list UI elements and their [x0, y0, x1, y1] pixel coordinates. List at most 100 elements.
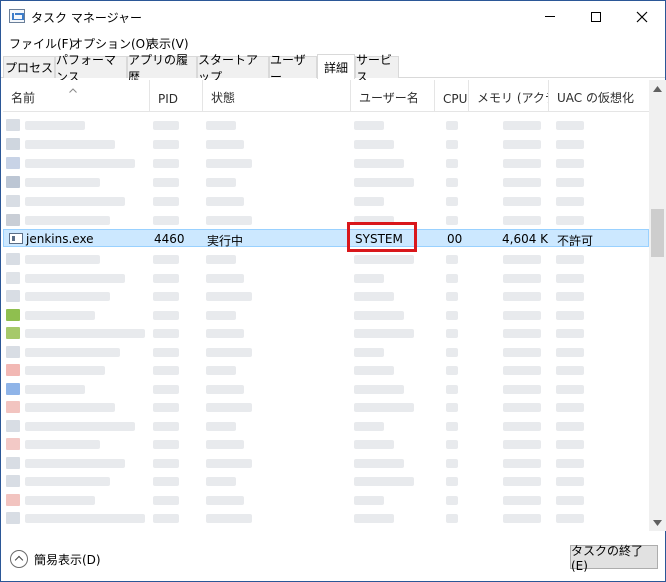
- table-row[interactable]: [3, 269, 649, 288]
- tab-processes[interactable]: プロセス: [3, 56, 55, 78]
- redacted-cell: [354, 140, 394, 149]
- process-icon: [6, 327, 20, 339]
- table-row[interactable]: [3, 116, 649, 135]
- tab-app-history[interactable]: アプリの履歴: [127, 53, 197, 84]
- table-row[interactable]: [3, 417, 649, 436]
- maximize-button[interactable]: [573, 1, 619, 32]
- collapse-icon[interactable]: [10, 550, 28, 568]
- table-row[interactable]: [3, 135, 649, 154]
- redacted-cell: [446, 514, 458, 523]
- redacted-cell: [354, 159, 404, 168]
- column-memory[interactable]: メモリ (アクテ...: [469, 80, 549, 112]
- table-row[interactable]: [3, 343, 649, 362]
- cell-status: 実行中: [207, 234, 244, 248]
- redacted-cell: [354, 458, 404, 468]
- redacted-cell: [354, 197, 384, 206]
- redacted-cell: [354, 384, 404, 394]
- column-user[interactable]: ユーザー名: [351, 80, 435, 112]
- redacted-cell: [503, 255, 541, 264]
- redacted-cell: [25, 366, 105, 375]
- redacted-cell: [354, 440, 394, 449]
- tab-users[interactable]: ユーザー: [269, 53, 317, 84]
- table-row[interactable]: [3, 454, 649, 473]
- minimize-icon: [545, 16, 555, 17]
- redacted-cell: [556, 178, 584, 187]
- redacted-cell: [446, 140, 458, 149]
- redacted-cell: [25, 292, 110, 301]
- menu-options[interactable]: オプション(O): [71, 35, 150, 52]
- redacted-cell: [556, 421, 584, 431]
- column-cpu[interactable]: CPU: [435, 80, 469, 112]
- scroll-thumb[interactable]: [651, 209, 664, 257]
- fewer-details-link[interactable]: 簡易表示(D): [34, 551, 101, 568]
- redacted-cell: [206, 273, 244, 283]
- table-row[interactable]: [3, 324, 649, 343]
- tab-details[interactable]: 詳細: [317, 54, 355, 79]
- scroll-down-button[interactable]: [649, 514, 666, 531]
- redacted-cell: [206, 458, 252, 468]
- redacted-cell: [354, 347, 384, 357]
- cell-memory: 4,604 K: [502, 232, 549, 246]
- table-row[interactable]: [3, 192, 649, 211]
- table-row[interactable]: [3, 361, 649, 380]
- redacted-cell: [206, 366, 236, 375]
- table-row[interactable]: [3, 491, 649, 510]
- column-status[interactable]: 状態: [203, 80, 351, 112]
- column-uac[interactable]: UAC の仮想化: [549, 80, 649, 112]
- redacted-cell: [556, 477, 584, 486]
- table-row[interactable]: [3, 472, 649, 491]
- table-row[interactable]: [3, 435, 649, 454]
- tab-startup[interactable]: スタートアップ: [197, 53, 269, 84]
- menu-view[interactable]: 表示(V): [147, 35, 189, 52]
- redacted-cell: [206, 121, 236, 130]
- table-row[interactable]: [3, 509, 649, 528]
- highlight-box: [347, 222, 417, 252]
- redacted-cell: [446, 121, 458, 130]
- redacted-cell: [503, 121, 541, 130]
- redacted-cell: [503, 159, 541, 168]
- redacted-cell: [25, 197, 125, 206]
- redacted-cell: [206, 292, 252, 301]
- redacted-cell: [354, 273, 384, 283]
- table-row[interactable]: [3, 173, 649, 192]
- vertical-scrollbar[interactable]: [649, 80, 666, 531]
- redacted-cell: [556, 440, 584, 449]
- redacted-cell: [446, 159, 458, 168]
- end-task-button[interactable]: タスクの終了(E): [570, 544, 658, 573]
- column-pid[interactable]: PID: [150, 80, 203, 112]
- chevron-up-icon: [653, 85, 662, 92]
- scroll-up-button[interactable]: [649, 80, 666, 97]
- redacted-cell: [153, 458, 179, 468]
- process-icon: [6, 308, 20, 321]
- redacted-cell: [446, 440, 458, 449]
- redacted-cell: [503, 197, 541, 206]
- redacted-cell: [556, 347, 584, 357]
- table-row[interactable]: [3, 211, 649, 230]
- redacted-cell: [153, 329, 179, 338]
- close-button[interactable]: [619, 1, 665, 32]
- table-row[interactable]: [3, 398, 649, 417]
- redacted-cell: [153, 178, 179, 187]
- table-row[interactable]: [3, 306, 649, 325]
- column-name[interactable]: 名前: [3, 80, 150, 112]
- minimize-button[interactable]: [527, 1, 573, 32]
- redacted-cell: [556, 292, 584, 301]
- redacted-cell: [556, 216, 584, 225]
- redacted-cell: [503, 273, 541, 283]
- table-row[interactable]: [3, 154, 649, 173]
- redacted-cell: [354, 477, 414, 486]
- table-row-selected[interactable]: jenkins.exe 4460 実行中 SYSTEM 00 4,604 K 不…: [3, 229, 649, 248]
- table-row[interactable]: [3, 250, 649, 269]
- table-row[interactable]: [3, 380, 649, 399]
- redacted-cell: [556, 121, 584, 130]
- redacted-cell: [354, 329, 414, 338]
- redacted-cell: [556, 514, 584, 523]
- tab-performance[interactable]: パフォーマンス: [55, 53, 127, 84]
- menu-file[interactable]: ファイル(F): [9, 35, 73, 52]
- redacted-cell: [25, 347, 120, 357]
- table-row[interactable]: [3, 287, 649, 306]
- redacted-cell: [206, 159, 252, 168]
- tab-services[interactable]: サービス: [355, 53, 399, 84]
- redacted-cell: [503, 140, 541, 149]
- redacted-cell: [503, 495, 541, 505]
